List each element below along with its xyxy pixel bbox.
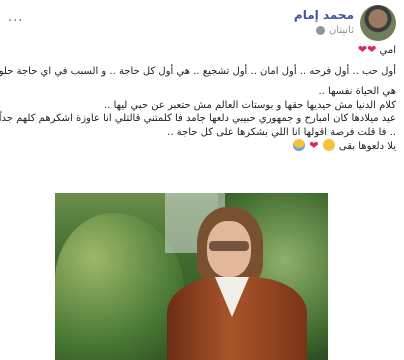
- author-avatar[interactable]: [360, 5, 396, 41]
- grinning-emoji-icon: [322, 139, 335, 151]
- globe-icon: [315, 26, 325, 35]
- facebook-post: ... محمد إمام ثانيتان امي ❤❤ أول حب .. أ…: [0, 0, 404, 360]
- post-line-2: أول حب .. أول فرحه .. أول امان .. أول تش…: [0, 65, 396, 77]
- post-photo[interactable]: [55, 193, 328, 360]
- post-line-6: .. فا قلت فرصة اقولها انا اللي بشكرها عل…: [167, 126, 396, 138]
- heart-icon: ❤: [309, 139, 319, 152]
- post-line-7: يلا دلعوها بقى ❤: [8, 139, 396, 154]
- post-body: امي ❤❤ أول حب .. أول فرحه .. أول امان ..…: [0, 43, 396, 154]
- post-line-5: عيد ميلادها كان امبارح و جمهوري حبيبي دل…: [0, 113, 396, 124]
- author-name[interactable]: محمد إمام: [294, 8, 354, 22]
- post-line-4: كلام الدنيا مش حيديها حقها و بوستات العا…: [104, 99, 396, 111]
- post-line-3: هي الحياة نفسها ..: [318, 86, 396, 97]
- tears-of-joy-emoji-icon: [293, 139, 306, 151]
- post-meta: ثانيتان: [315, 25, 354, 36]
- more-options-button[interactable]: ...: [8, 10, 23, 25]
- post-line-1: امي ❤❤: [357, 43, 396, 56]
- heart-icon: ❤: [367, 43, 377, 56]
- heart-icon: ❤: [357, 43, 368, 56]
- post-timestamp[interactable]: ثانيتان: [329, 25, 354, 36]
